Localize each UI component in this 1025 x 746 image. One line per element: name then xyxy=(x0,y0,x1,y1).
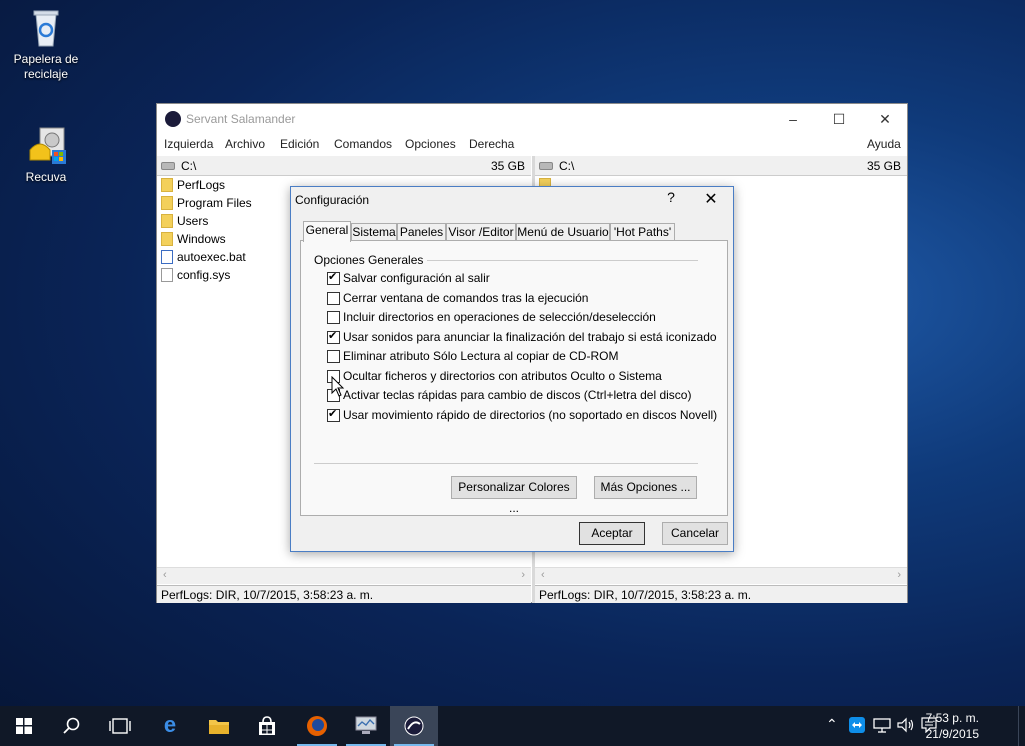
right-drive-size: 35 GB xyxy=(866,159,901,173)
file-explorer-icon xyxy=(209,720,229,734)
tab-paneles[interactable]: Paneles xyxy=(397,223,446,241)
tab-general[interactable]: General xyxy=(303,221,351,242)
clock-date: 21/9/2015 xyxy=(925,727,979,741)
separator xyxy=(314,463,698,464)
tab-menu-usuario[interactable]: Menú de Usuario xyxy=(516,223,610,241)
folder-icon xyxy=(161,196,173,210)
title-bar[interactable]: Servant Salamander – ☐ ✕ xyxy=(157,104,907,134)
scroll-right-icon[interactable]: › xyxy=(521,569,525,581)
minimize-button[interactable]: – xyxy=(770,104,816,134)
right-drive-bar[interactable]: C:\ 35 GB xyxy=(535,156,907,176)
menu-bar: Izquierda Archivo Edición Comandos Opcio… xyxy=(157,134,907,154)
task-view-icon xyxy=(109,718,131,734)
menu-derecha[interactable]: Derecha xyxy=(469,137,514,151)
show-hidden-icons-chevron-icon[interactable]: ⌃ xyxy=(826,716,838,733)
volume-icon[interactable] xyxy=(897,717,915,733)
right-path: C:\ xyxy=(559,159,575,173)
search-button[interactable] xyxy=(48,706,96,746)
left-drive-bar[interactable]: C:\ 35 GB xyxy=(157,156,531,176)
firefox-icon xyxy=(307,716,327,736)
folder-icon xyxy=(161,232,173,246)
scroll-left-icon[interactable]: ‹ xyxy=(163,569,167,581)
desktop-icon-label: Papelera de xyxy=(13,52,79,66)
close-dialog-button[interactable]: ✕ xyxy=(693,187,729,213)
system-file-icon xyxy=(161,268,173,282)
mouse-cursor-icon xyxy=(331,376,345,397)
left-horizontal-scrollbar[interactable]: ‹ › xyxy=(157,567,531,584)
store-icon xyxy=(259,716,275,735)
task-view-button[interactable] xyxy=(96,706,144,746)
show-desktop-button[interactable] xyxy=(1018,706,1025,746)
right-status-bar: PerfLogs: DIR, 10/7/2015, 3:58:23 a. m. xyxy=(535,585,907,603)
cancel-button[interactable]: Cancelar xyxy=(662,522,728,545)
folder-icon xyxy=(161,178,173,192)
general-tab-page: Opciones Generales Salvar configuración … xyxy=(300,240,728,516)
checkbox-unchecked[interactable] xyxy=(327,350,340,363)
taskbar: e ⌃ 7:53 p. m. 21/9/2015 xyxy=(0,706,1025,746)
checkbox-unchecked[interactable] xyxy=(327,292,340,305)
recycle-bin-icon xyxy=(26,8,66,48)
menu-ayuda[interactable]: Ayuda xyxy=(867,137,901,151)
menu-archivo[interactable]: Archivo xyxy=(225,137,265,151)
custom-colors-button[interactable]: Personalizar Colores ... xyxy=(451,476,577,515)
tab-hot-paths[interactable]: 'Hot Paths' xyxy=(610,223,675,241)
scroll-left-icon[interactable]: ‹ xyxy=(541,569,545,581)
configuration-dialog: Configuración ? ✕ General Sistema Panele… xyxy=(290,186,734,552)
left-drive-size: 35 GB xyxy=(490,159,525,173)
salamander-app-icon xyxy=(165,111,181,127)
right-horizontal-scrollbar[interactable]: ‹ › xyxy=(535,567,907,584)
left-status-bar: PerfLogs: DIR, 10/7/2015, 3:58:23 a. m. xyxy=(157,585,531,603)
maximize-button[interactable]: ☐ xyxy=(816,104,862,134)
taskbar-clock[interactable]: 7:53 p. m. 21/9/2015 xyxy=(926,710,979,742)
more-options-button[interactable]: Más Opciones ... xyxy=(594,476,697,499)
start-button[interactable] xyxy=(0,706,48,746)
salamander-taskbar-button[interactable] xyxy=(390,706,438,746)
windows-logo-icon xyxy=(16,718,32,734)
firefox-taskbar-button[interactable] xyxy=(293,706,341,746)
desktop-icon-label: Recuva xyxy=(25,170,67,184)
desktop-icon-label: reciclaje xyxy=(23,67,68,81)
accept-button[interactable]: Aceptar xyxy=(579,522,645,545)
search-icon xyxy=(63,717,80,734)
teamviewer-tray-icon[interactable] xyxy=(849,717,865,733)
group-label: Opciones Generales xyxy=(314,253,428,267)
clock-time: 7:53 p. m. xyxy=(925,711,979,725)
right-status-text: PerfLogs: DIR, 10/7/2015, 3:58:23 a. m. xyxy=(539,588,752,602)
desktop-icon-recycle-bin[interactable]: Papelera de reciclaje xyxy=(11,8,81,82)
recuva-icon xyxy=(26,126,66,166)
edge-icon: e xyxy=(163,712,177,737)
explorer-taskbar-button[interactable] xyxy=(195,706,243,746)
desktop-icon-recuva[interactable]: Recuva xyxy=(11,126,81,185)
checkbox-checked[interactable] xyxy=(327,407,340,422)
close-window-button[interactable]: ✕ xyxy=(862,104,908,134)
scroll-right-icon[interactable]: › xyxy=(897,569,901,581)
tab-visor-editor[interactable]: Visor /Editor xyxy=(446,223,516,241)
batch-file-icon xyxy=(161,250,173,264)
store-taskbar-button[interactable] xyxy=(243,706,291,746)
menu-comandos[interactable]: Comandos xyxy=(334,137,392,151)
tab-sistema[interactable]: Sistema xyxy=(351,223,397,241)
menu-izquierda[interactable]: Izquierda xyxy=(164,137,213,151)
folder-icon xyxy=(161,214,173,228)
network-icon[interactable] xyxy=(873,717,891,733)
checkbox-checked[interactable] xyxy=(327,329,340,344)
left-path: C:\ xyxy=(181,159,197,173)
drive-icon xyxy=(539,162,553,170)
menu-opciones[interactable]: Opciones xyxy=(405,137,456,151)
drive-icon xyxy=(161,162,175,170)
checkbox-checked[interactable] xyxy=(327,270,340,285)
checkbox-unchecked[interactable] xyxy=(327,311,340,324)
salamander-icon xyxy=(404,716,424,736)
recuva-taskbar-button[interactable] xyxy=(342,706,390,746)
edge-taskbar-button[interactable]: e xyxy=(146,706,194,746)
group-divider xyxy=(405,260,698,261)
dialog-title: Configuración xyxy=(295,193,370,207)
monitor-app-icon xyxy=(355,716,377,734)
window-title: Servant Salamander xyxy=(186,112,296,126)
left-status-text: PerfLogs: DIR, 10/7/2015, 3:58:23 a. m. xyxy=(161,588,374,602)
help-button[interactable]: ? xyxy=(661,189,681,205)
menu-edicion[interactable]: Edición xyxy=(280,137,319,151)
